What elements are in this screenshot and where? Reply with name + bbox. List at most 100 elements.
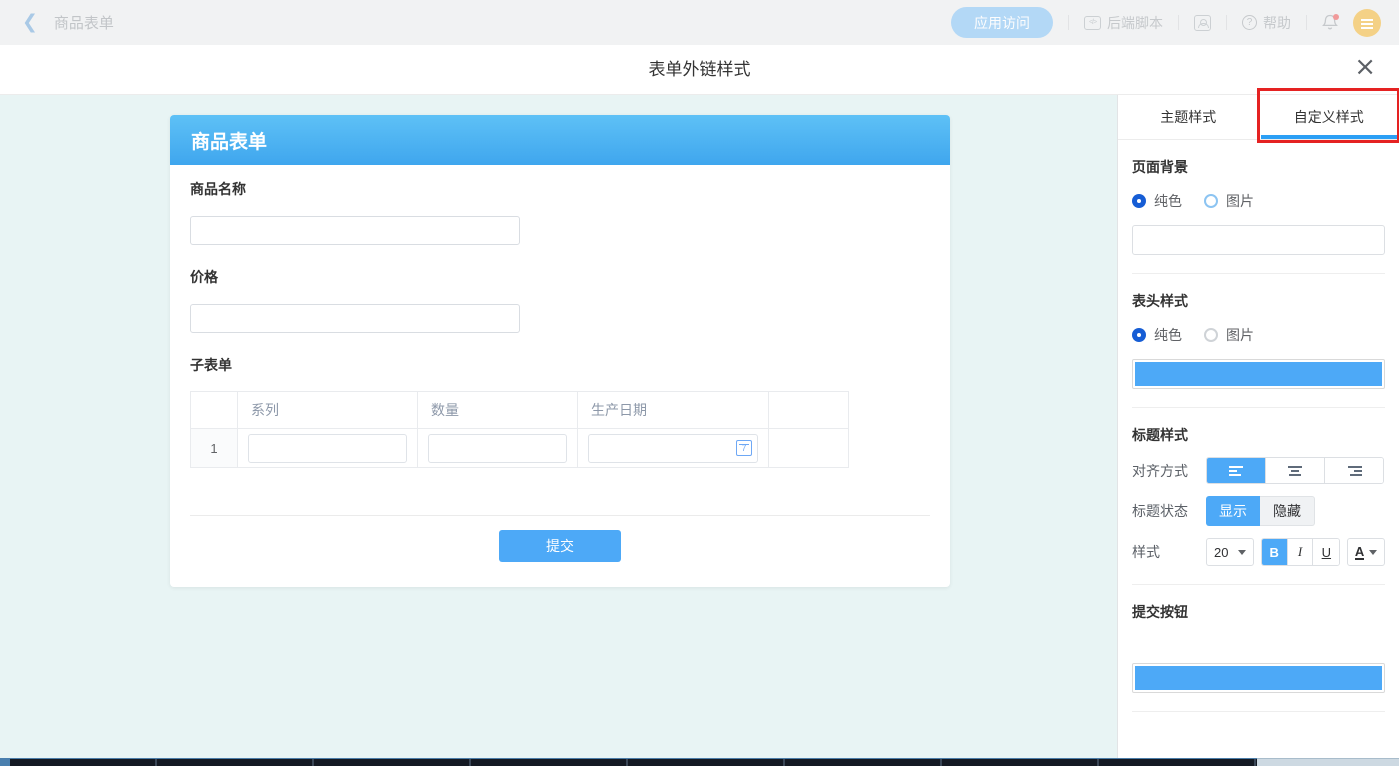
header-style-options: 纯色 图片	[1132, 325, 1385, 345]
header-style-title: 表头样式	[1132, 274, 1385, 311]
tab-theme-style[interactable]: 主题样式	[1118, 95, 1259, 139]
notification-dot	[1333, 14, 1339, 20]
align-button-group	[1206, 457, 1384, 484]
submit-row: 提交	[170, 516, 950, 587]
submit-button[interactable]: 提交	[499, 530, 621, 562]
title-style-title: 标题样式	[1132, 408, 1385, 445]
production-date-input[interactable]	[588, 434, 758, 463]
help-button[interactable]: ? 帮助	[1242, 13, 1291, 33]
align-label: 对齐方式	[1132, 461, 1206, 481]
bold-button[interactable]: B	[1262, 539, 1288, 565]
code-icon: </>	[1084, 16, 1101, 30]
quantity-cell	[418, 429, 578, 468]
divider	[1306, 15, 1307, 30]
chevron-down-icon	[1238, 550, 1246, 555]
members-button[interactable]	[1194, 15, 1211, 31]
taskbar-strip	[0, 758, 1257, 766]
submit-color-fill	[1135, 666, 1382, 690]
align-right-button[interactable]	[1325, 458, 1383, 483]
font-style-label: 样式	[1132, 542, 1206, 562]
status-hide-button[interactable]: 隐藏	[1260, 496, 1315, 526]
form-preview-area: 商品表单 商品名称 价格 子表单 系列 数量 生产日期	[0, 95, 1117, 766]
header-color-swatch[interactable]	[1132, 359, 1385, 389]
form-preview-header: 商品表单	[170, 115, 950, 165]
align-left-button[interactable]	[1207, 458, 1266, 483]
field-label-product-name: 商品名称	[190, 165, 930, 199]
title-status-row: 标题状态 显示 隐藏	[1132, 496, 1385, 526]
member-icon	[1194, 15, 1211, 31]
quantity-input[interactable]	[428, 434, 567, 463]
avatar[interactable]	[1353, 9, 1381, 37]
calendar-icon[interactable]: 7	[736, 440, 752, 456]
series-cell	[238, 429, 418, 468]
series-input[interactable]	[248, 434, 407, 463]
back-icon[interactable]: ❮	[22, 13, 38, 32]
field-label-price: 价格	[190, 245, 930, 287]
row-index: 1	[191, 429, 238, 468]
subform-index-header	[191, 392, 238, 429]
divider	[1178, 15, 1179, 30]
subform-label: 子表单	[190, 333, 930, 375]
taskbar-strip-right	[1257, 758, 1399, 766]
font-style-row: 样式 20 B I U A	[1132, 538, 1385, 566]
notification-bell-icon[interactable]	[1322, 14, 1338, 32]
radio-image[interactable]	[1204, 328, 1218, 342]
help-icon: ?	[1242, 15, 1257, 30]
align-left-icon	[1229, 466, 1244, 476]
radio-image-label: 图片	[1226, 191, 1254, 211]
subform-extra-cell	[769, 429, 849, 468]
subform-table: 系列 数量 生产日期 1 7	[190, 391, 849, 468]
style-settings-panel: 主题样式 自定义样式 页面背景 纯色 图片 表头样式 纯色 图片 标题样式	[1117, 95, 1399, 766]
backend-script-button[interactable]: </> 后端脚本	[1084, 13, 1163, 33]
divider	[1068, 15, 1069, 30]
page-background-color-input[interactable]	[1132, 225, 1385, 255]
radio-image[interactable]	[1204, 194, 1218, 208]
subform-col-extra	[769, 392, 849, 429]
date-cell: 7	[578, 429, 769, 468]
panel-body: 页面背景 纯色 图片 表头样式 纯色 图片 标题样式 对齐方式	[1118, 140, 1399, 712]
font-size-value: 20	[1214, 545, 1228, 560]
font-color-button[interactable]: A	[1347, 538, 1385, 566]
subform-header-row: 系列 数量 生产日期	[191, 392, 849, 429]
chevron-down-icon	[1369, 550, 1377, 555]
dialog-body: 商品表单 商品名称 价格 子表单 系列 数量 生产日期	[0, 95, 1399, 766]
italic-button[interactable]: I	[1288, 539, 1314, 565]
subform-col-date: 生产日期	[578, 392, 769, 429]
radio-image-label: 图片	[1226, 325, 1254, 345]
top-bar: ❮ 商品表单 应用访问 </> 后端脚本 ? 帮助	[0, 0, 1399, 45]
subform-col-quantity: 数量	[418, 392, 578, 429]
subform-col-series: 系列	[238, 392, 418, 429]
title-status-label: 标题状态	[1132, 501, 1206, 521]
radio-solid-color-label: 纯色	[1154, 191, 1182, 211]
app-access-button[interactable]: 应用访问	[951, 7, 1053, 38]
divider	[1132, 711, 1385, 712]
align-center-icon	[1288, 466, 1303, 476]
submit-button-title: 提交按钮	[1132, 585, 1385, 622]
subform-row: 1 7	[191, 429, 849, 468]
product-name-input[interactable]	[190, 216, 520, 245]
style-tabs: 主题样式 自定义样式	[1118, 95, 1399, 140]
price-input[interactable]	[190, 304, 520, 333]
dialog-header: 表单外链样式 ×	[0, 45, 1399, 95]
font-size-select[interactable]: 20	[1206, 538, 1254, 566]
header-color-fill	[1135, 362, 1382, 386]
tab-custom-style[interactable]: 自定义样式	[1259, 95, 1399, 139]
form-preview-body: 商品名称 价格 子表单 系列 数量 生产日期 1	[170, 165, 950, 516]
help-label: 帮助	[1263, 13, 1291, 33]
title-status-group: 显示 隐藏	[1206, 496, 1315, 526]
status-show-button[interactable]: 显示	[1206, 496, 1260, 526]
underline-button[interactable]: U	[1313, 539, 1339, 565]
avatar-lines-icon	[1361, 19, 1373, 21]
align-center-button[interactable]	[1266, 458, 1325, 483]
page-background-title: 页面背景	[1132, 140, 1385, 177]
align-right-icon	[1347, 466, 1362, 476]
radio-solid-color-label: 纯色	[1154, 325, 1182, 345]
radio-solid-color[interactable]	[1132, 328, 1146, 342]
form-preview-card: 商品表单 商品名称 价格 子表单 系列 数量 生产日期	[170, 115, 950, 587]
close-icon[interactable]: ×	[1354, 54, 1376, 80]
divider	[1226, 15, 1227, 30]
align-row: 对齐方式	[1132, 457, 1385, 484]
submit-color-swatch[interactable]	[1132, 663, 1385, 693]
radio-solid-color[interactable]	[1132, 194, 1146, 208]
backend-script-label: 后端脚本	[1107, 13, 1163, 33]
